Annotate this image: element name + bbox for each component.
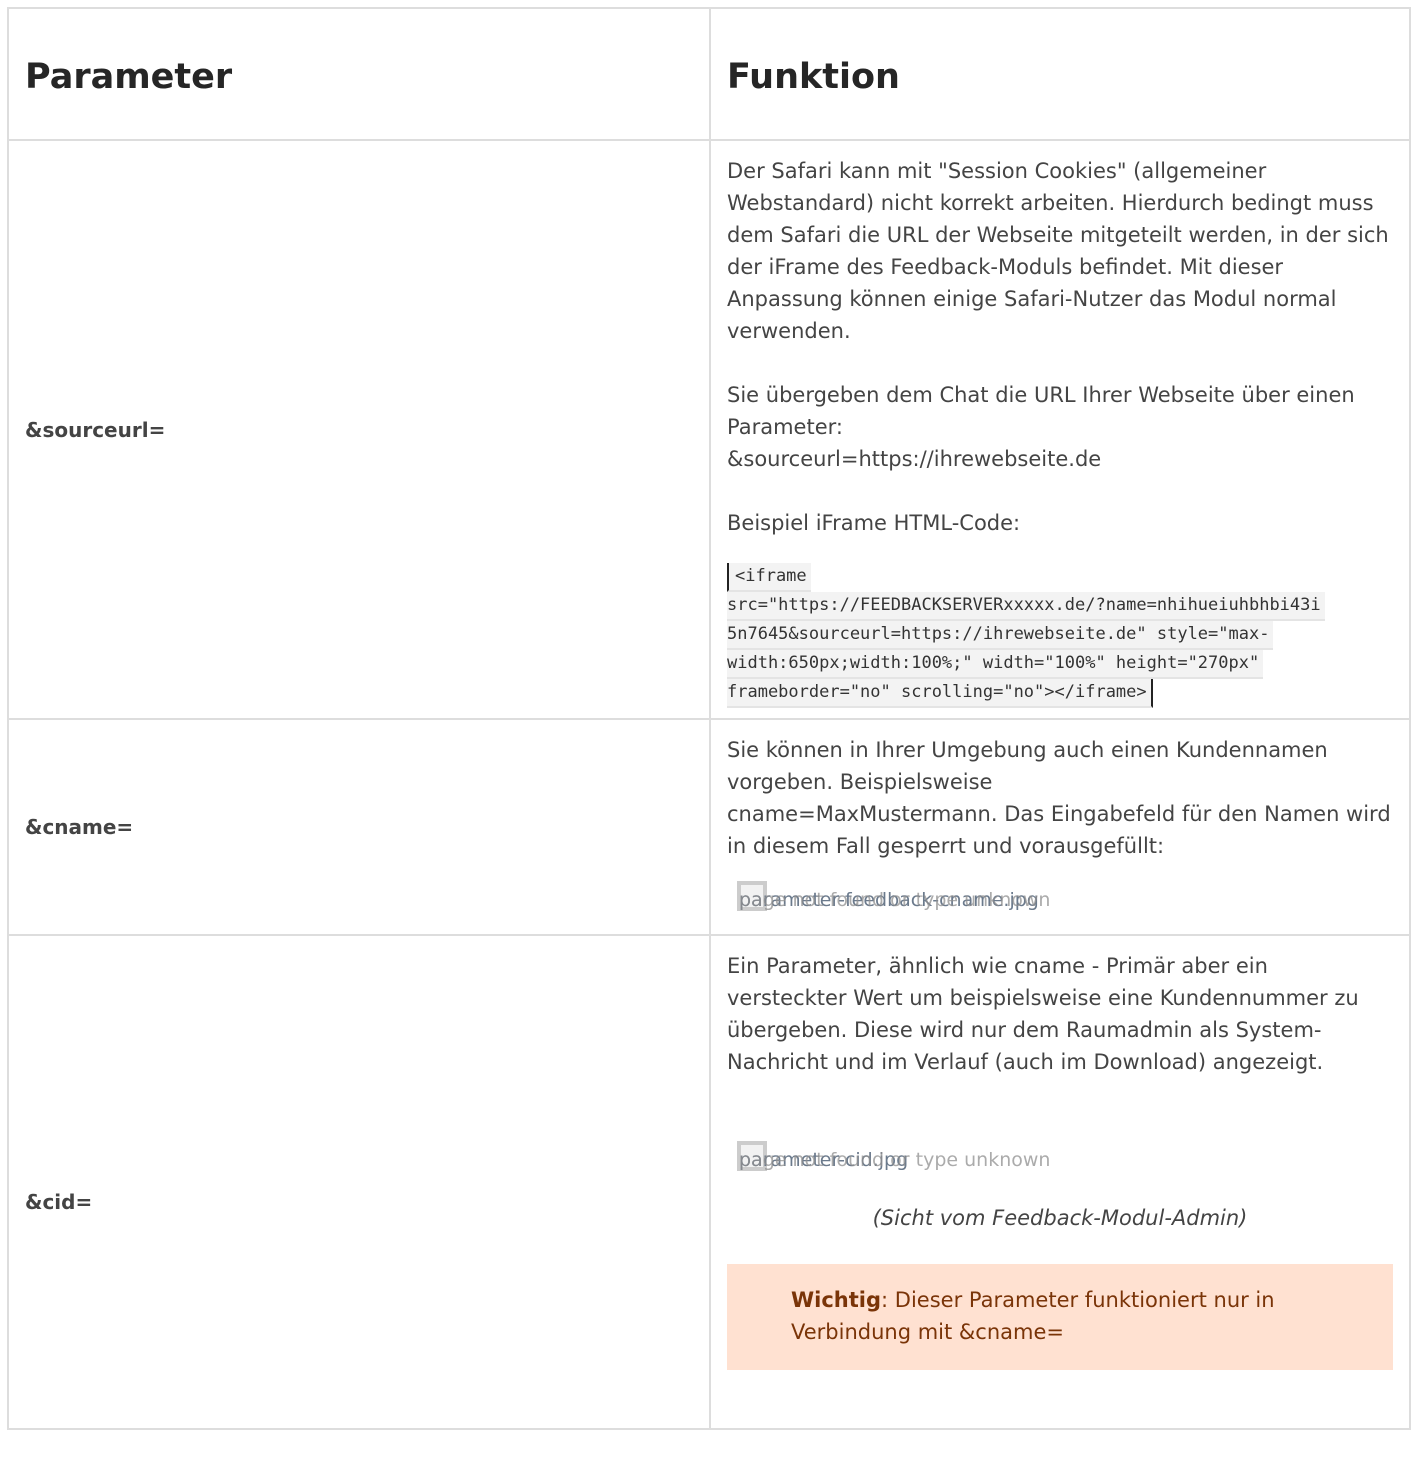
code-line: width:650px;width:100%;" width="100%" he…	[727, 650, 1264, 679]
description-text: Sie übergeben dem Chat die URL Ihrer Web…	[727, 383, 1355, 439]
note-label: Wichtig	[791, 1288, 882, 1312]
image-error-text: page not found or type unknown	[739, 1149, 1051, 1171]
table-row: &cname= Sie können in Ihrer Umgebung auc…	[7, 718, 1411, 936]
broken-image: parameter-cid.jpg page not found or type…	[737, 1136, 1393, 1176]
description-text: Der Safari kann mit "Session Cookies" (a…	[727, 159, 1389, 343]
param-name-sourceurl: &sourceurl=	[7, 139, 711, 720]
image-caption: (Sicht vom Feedback-Modul-Admin)	[872, 1206, 1248, 1230]
description-text: Ein Parameter, ähnlich wie cname - Primä…	[727, 954, 1359, 1074]
description-text: Beispiel iFrame HTML-Code:	[727, 511, 1021, 535]
code-block: <iframe src="https://FEEDBACKSERVERxxxxx…	[727, 563, 1393, 708]
param-name-cname: &cname=	[7, 718, 711, 936]
note-box: Wichtig: Dieser Parameter funktioniert n…	[727, 1264, 1393, 1370]
image-error-text: page not found or type unknown	[739, 889, 1051, 911]
code-line: src="https://FEEDBACKSERVERxxxxx.de/?nam…	[727, 592, 1325, 621]
param-desc-sourceurl: Der Safari kann mit "Session Cookies" (a…	[709, 139, 1411, 720]
param-desc-cid: Ein Parameter, ähnlich wie cname - Primä…	[709, 934, 1411, 1430]
table-row: &cid= Ein Parameter, ähnlich wie cname -…	[7, 934, 1411, 1430]
code-line: 5n7645&sourceurl=https://ihrewebseite.de…	[727, 621, 1274, 650]
broken-image: parameter-feedback-cname.jpg page not fo…	[737, 876, 1393, 916]
description-text: cname=MaxMustermann. Das Eingabefeld für…	[727, 802, 1391, 858]
header-parameter: Parameter	[7, 7, 711, 141]
description-text: Sie können in Ihrer Umgebung auch einen …	[727, 738, 1328, 794]
parameter-table: Parameter Funktion &sourceurl= Der Safar…	[7, 7, 1411, 1430]
header-function: Funktion	[709, 7, 1411, 141]
param-desc-cname: Sie können in Ihrer Umgebung auch einen …	[709, 718, 1411, 936]
description-text: &sourceurl=https://ihrewebseite.de	[727, 447, 1102, 471]
param-name-cid: &cid=	[7, 934, 711, 1430]
table-header-row: Parameter Funktion	[7, 7, 1411, 141]
code-line: frameborder="no" scrolling="no"></iframe…	[727, 679, 1153, 708]
code-line: <iframe	[727, 563, 811, 592]
table-row: &sourceurl= Der Safari kann mit "Session…	[7, 139, 1411, 720]
